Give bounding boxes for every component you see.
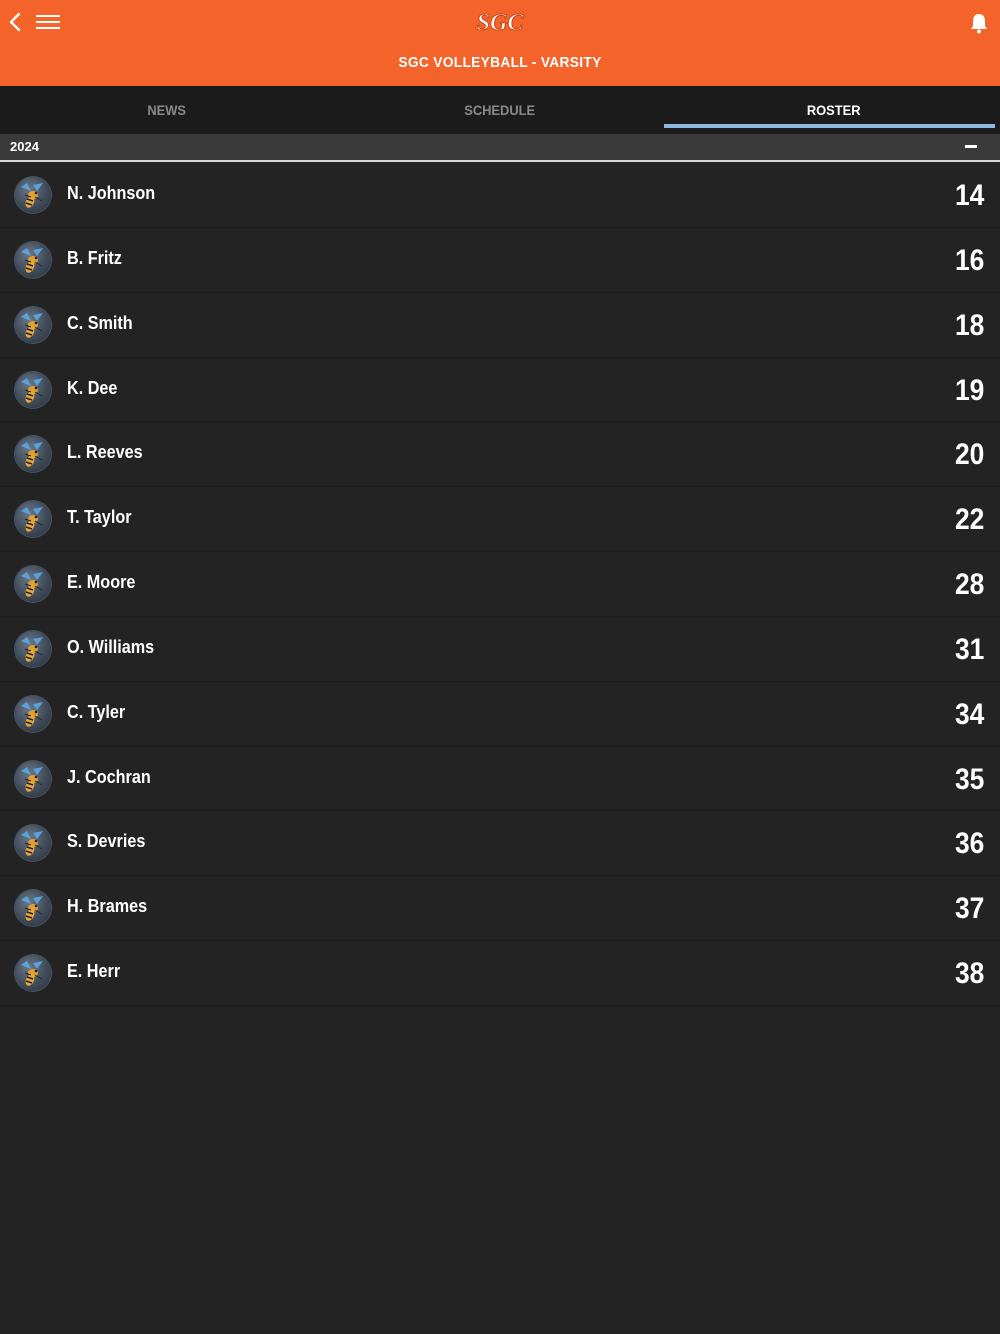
player-name: H. Brames <box>67 896 148 917</box>
player-name: C. Smith <box>67 312 133 333</box>
roster-row[interactable]: T. Taylor 22 <box>0 487 1000 553</box>
hornet-mascot-icon <box>15 177 51 213</box>
hornet-mascot-icon <box>15 306 51 343</box>
notifications-button[interactable] <box>964 8 994 38</box>
hornet-mascot-icon <box>15 695 51 732</box>
player-name: J. Cochran <box>67 766 151 787</box>
hornet-mascot-icon <box>15 436 51 473</box>
year-label: 2024 <box>10 139 39 154</box>
player-number: 14 <box>954 179 984 212</box>
hamburger-icon <box>36 15 60 29</box>
player-name: E. Herr <box>67 961 121 982</box>
player-number: 20 <box>954 438 984 472</box>
bell-icon <box>971 14 987 34</box>
tab-schedule[interactable]: SCHEDULE <box>347 86 654 134</box>
player-number: 31 <box>954 632 984 666</box>
player-name: S. Devries <box>67 831 146 852</box>
player-number: 19 <box>954 373 984 407</box>
player-name: O. Williams <box>67 636 155 657</box>
player-number: 22 <box>954 503 984 537</box>
active-tab-indicator <box>664 124 995 128</box>
hornet-mascot-icon <box>15 890 51 927</box>
hornet-mascot-icon <box>15 566 51 603</box>
player-number: 18 <box>954 308 984 342</box>
chevron-left-icon <box>9 12 21 32</box>
player-name: E. Moore <box>67 572 136 593</box>
collapse-button[interactable] <box>960 136 982 156</box>
app-header: SGC SGC VOLLEYBALL - VARSITY <box>0 0 1000 86</box>
roster-row[interactable]: L. Reeves 20 <box>0 422 1000 488</box>
roster-row[interactable]: O. Williams 31 <box>0 616 1000 682</box>
player-number: 34 <box>954 697 984 731</box>
player-name: K. Dee <box>67 377 118 398</box>
player-number: 35 <box>954 762 984 796</box>
player-number: 38 <box>954 957 984 991</box>
roster-row[interactable]: J. Cochran 35 <box>0 746 1000 812</box>
roster-list: N. Johnson 14 B. Fritz 16 C. Smith 18 K. De… <box>0 163 1000 1006</box>
roster-row[interactable]: K. Dee 19 <box>0 357 1000 423</box>
roster-row[interactable]: C. Smith 18 <box>0 292 1000 358</box>
player-name: N. Johnson <box>67 183 156 203</box>
player-number: 28 <box>954 568 984 602</box>
tab-news[interactable]: NEWS <box>13 86 320 134</box>
logo-text: SGC <box>477 10 525 36</box>
page-title: SGC VOLLEYBALL - VARSITY <box>398 54 602 71</box>
hornet-mascot-icon <box>15 955 51 992</box>
player-number: 37 <box>954 892 984 926</box>
roster-row[interactable]: N. Johnson 14 <box>0 163 1000 228</box>
player-name: T. Taylor <box>67 507 132 528</box>
hornet-mascot-icon <box>15 630 51 667</box>
school-logo: SGC <box>468 3 532 41</box>
hornet-mascot-icon <box>15 760 51 797</box>
player-number: 16 <box>954 243 984 277</box>
menu-button[interactable] <box>34 10 62 34</box>
hornet-mascot-icon <box>15 371 51 408</box>
player-name: C. Tyler <box>67 701 126 722</box>
hornet-mascot-icon <box>15 501 51 538</box>
minus-icon <box>965 144 977 148</box>
back-button[interactable] <box>4 8 26 36</box>
roster-row[interactable]: E. Moore 28 <box>0 552 1000 617</box>
player-name: B. Fritz <box>67 247 122 268</box>
hornet-mascot-icon <box>15 825 51 862</box>
roster-row[interactable]: S. Devries 36 <box>0 811 1000 877</box>
player-name: L. Reeves <box>67 442 143 463</box>
year-section-header[interactable]: 2024 <box>0 134 1000 162</box>
roster-row[interactable]: C. Tyler 34 <box>0 681 1000 747</box>
roster-row[interactable]: H. Brames 37 <box>0 876 1000 942</box>
roster-row[interactable]: E. Herr 38 <box>0 941 1000 1006</box>
player-number: 36 <box>954 827 984 861</box>
roster-row[interactable]: B. Fritz 16 <box>0 227 1000 293</box>
hornet-mascot-icon <box>15 241 51 278</box>
